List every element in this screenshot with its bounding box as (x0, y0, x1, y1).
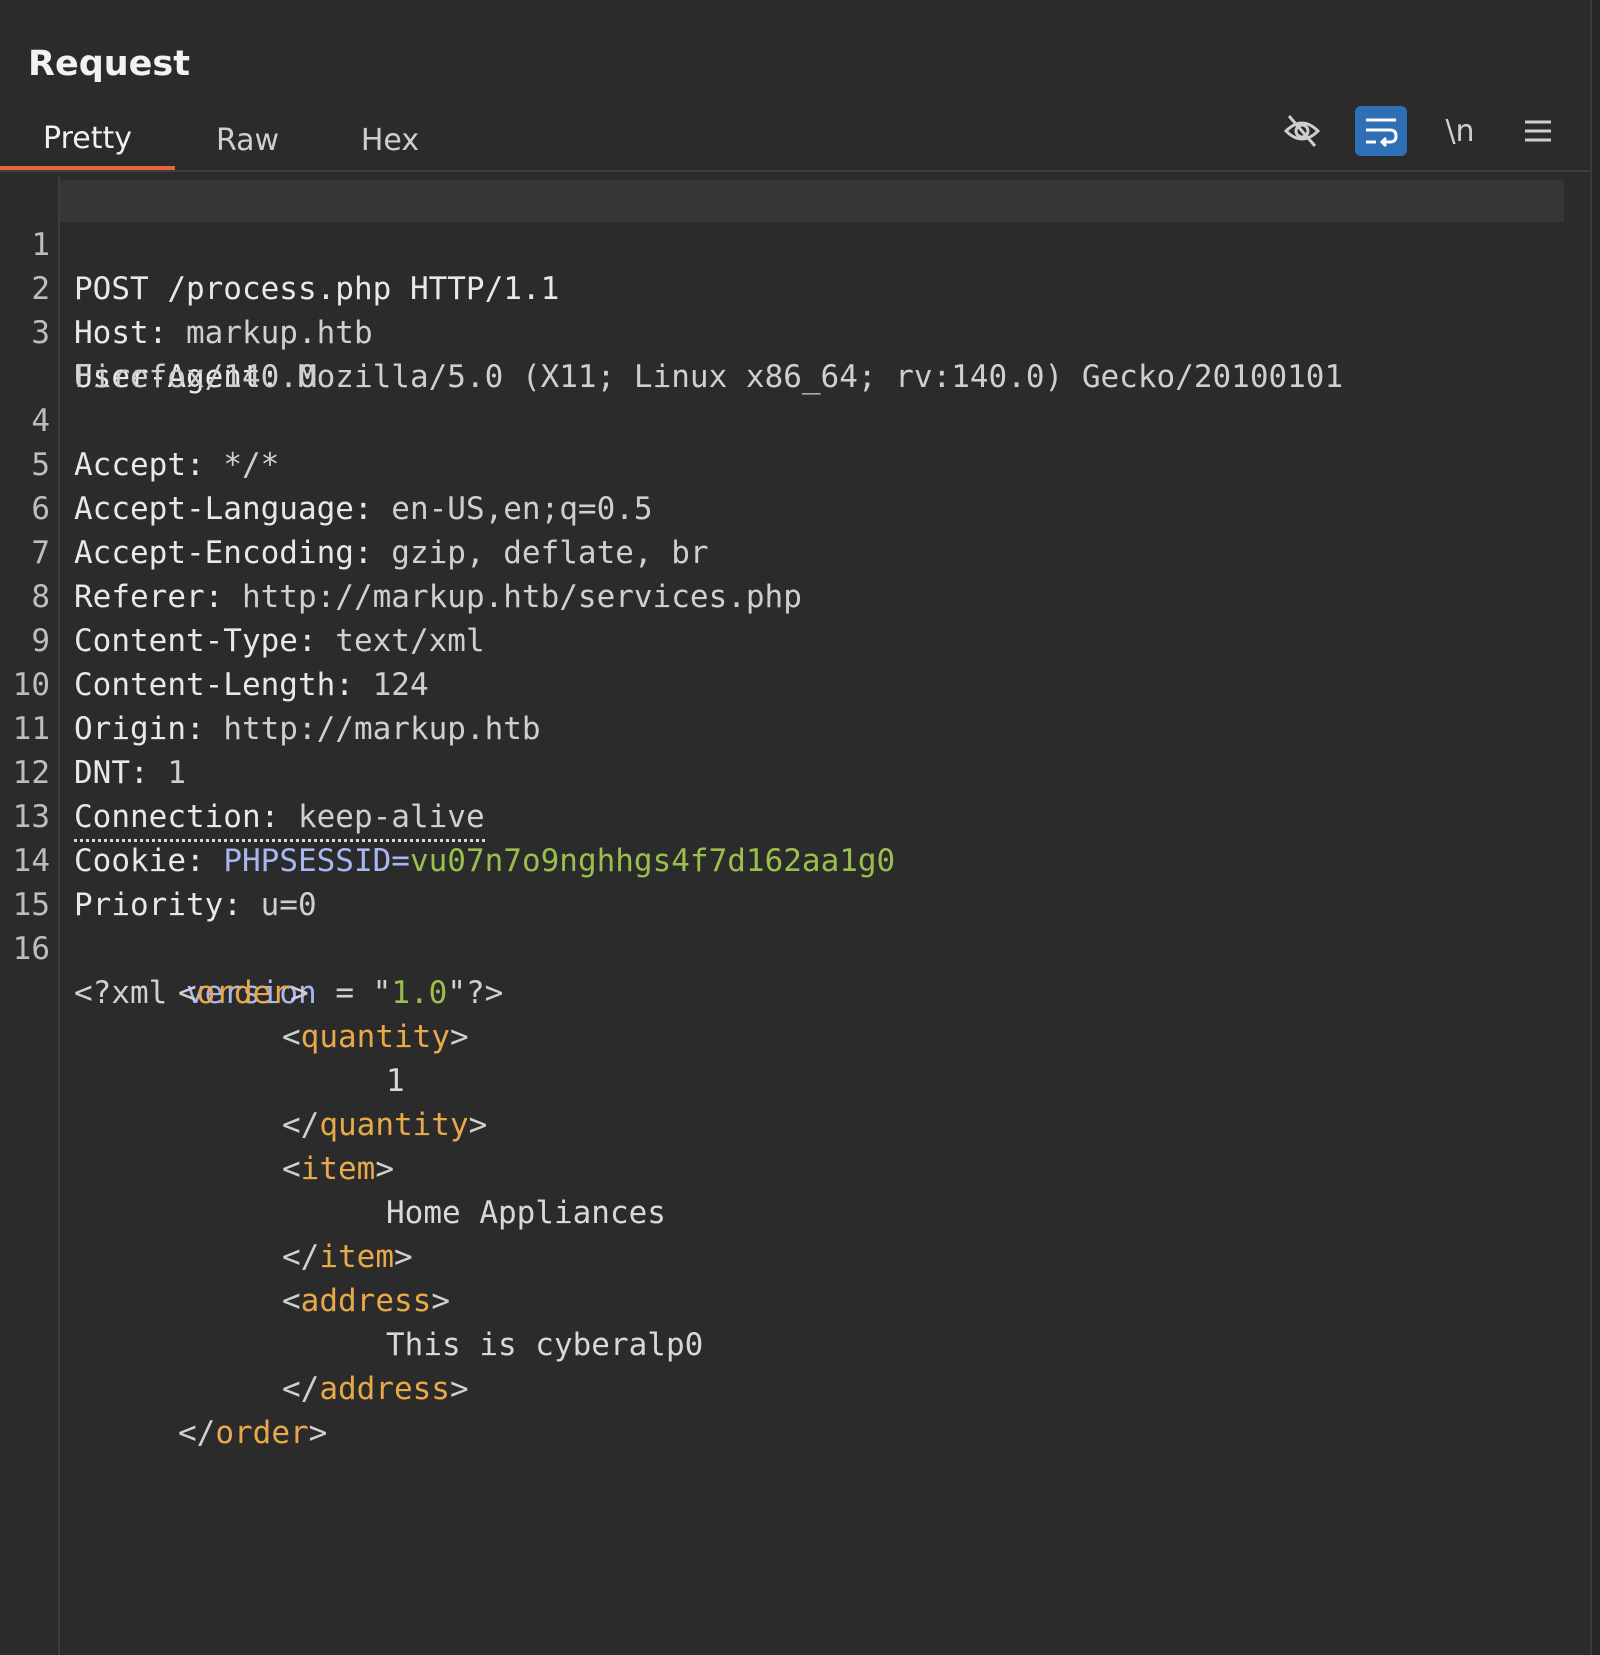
code-line: 1 POST /process.php HTTP/1.1 (0, 179, 1590, 307)
code-line: 16 <?xml version = "1.0"?> (0, 883, 1590, 1011)
code-line: 2 Host: markup.htb (0, 223, 1590, 351)
code-line-wrapped: <address> (282, 1283, 450, 1319)
code-line-wrapped: </address> (282, 1371, 469, 1407)
code-line: 11 DNT: 1 (0, 663, 1590, 791)
code-line: 12 Connection: keep-alive (0, 707, 1590, 842)
code-line: 13 Cookie: PHPSESSID=vu07n7o9nghhgs4f7d1… (0, 751, 1590, 879)
panel-title: Request (28, 44, 190, 84)
tab-raw[interactable]: Raw (195, 110, 300, 170)
tab-pretty[interactable]: Pretty (0, 110, 175, 170)
code-line: 6 Accept-Encoding: gzip, deflate, br (0, 443, 1590, 571)
show-newlines-button[interactable]: \n (1434, 106, 1486, 156)
code-line: 7 Referer: http://markup.htb/services.ph… (0, 487, 1590, 615)
code-line: 4 Accept: */* (0, 355, 1590, 483)
code-line: 15 (0, 839, 1590, 923)
code-line: 5 Accept-Language: en-US,en;q=0.5 (0, 399, 1590, 527)
code-line: 3 User-Agent: Mozilla/5.0 (X11; Linux x8… (0, 267, 1590, 395)
code-line: 8 Content-Type: text/xml (0, 531, 1590, 659)
code-line-wrapped: </quantity> (282, 1107, 488, 1143)
code-line-wrapped: <quantity> (282, 1019, 469, 1055)
code-line-wrapped: <order> (178, 975, 309, 1011)
code-line-wrapped: <item> (282, 1151, 394, 1187)
code-line-wrapped: 1 (0, 1015, 1590, 1099)
panel-splitter[interactable] (1590, 0, 1600, 1655)
tab-hex[interactable]: Hex (340, 110, 440, 170)
code-line-wrapped: </order> (178, 1415, 328, 1451)
hamburger-menu-icon (1525, 120, 1551, 142)
code-line-wrapped: Home Appliances (0, 1147, 1590, 1231)
tab-bar: Pretty Raw Hex (0, 110, 1590, 172)
options-menu-button[interactable] (1512, 106, 1564, 156)
code-line-wrapped: Firefox/140.0 (0, 311, 1590, 395)
eye-slash-icon (1283, 115, 1321, 147)
request-panel: Request Pretty Raw Hex \n 1 POST /proces… (0, 0, 1590, 1655)
hide-nonprintable-button[interactable] (1276, 106, 1328, 156)
message-editor[interactable]: 1 POST /process.php HTTP/1.1 2 Host: mar… (0, 176, 1590, 1655)
word-wrap-icon (1366, 118, 1398, 148)
code-line: 14 Priority: u=0 (0, 795, 1590, 923)
xml-tag-name: order (215, 1415, 309, 1451)
code-line: 9 Content-Length: 124 (0, 575, 1590, 703)
word-wrap-button[interactable] (1355, 106, 1407, 156)
code-line-wrapped: </item> (282, 1239, 413, 1275)
code-line-wrapped: This is cyberalp0 (0, 1279, 1590, 1363)
code-line: 10 Origin: http://markup.htb (0, 619, 1590, 747)
